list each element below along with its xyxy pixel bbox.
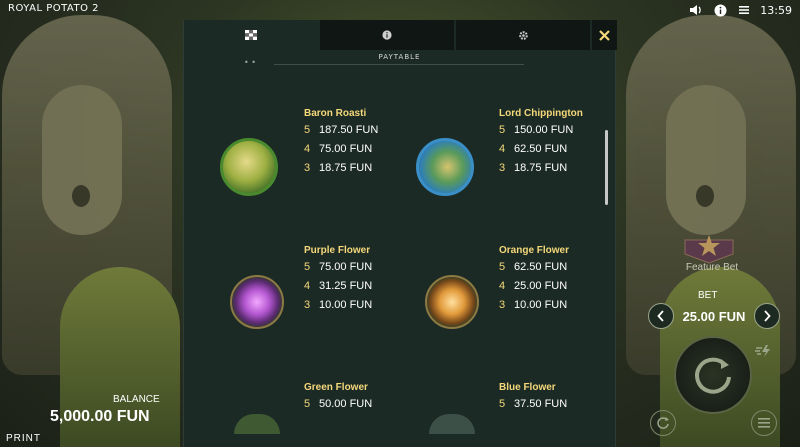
green-flower-symbol: [234, 414, 280, 434]
pay-row: 5 75.00 FUN: [304, 261, 373, 273]
game-title: ROYAL POTATO 2: [8, 3, 100, 14]
paytable-modal: • • PAYTABLE Baron Roasti 5 187.50 FUN 47…: [183, 20, 617, 447]
purple-flower-symbol: [230, 275, 284, 329]
pay-list: 5 75.00 FUN 4 31.25 FUN 3 10.00 FUN: [304, 258, 372, 315]
bet-increase-button[interactable]: [754, 303, 780, 329]
pay-row: 5 50.00 FUN: [304, 398, 373, 410]
chevron-right-icon: [764, 310, 771, 322]
lightning-icon: [755, 345, 770, 357]
pay-list: 5 187.50 FUN 4 75.00 FUN 3 18.75 FUN: [304, 121, 378, 178]
game-menu-button[interactable]: [751, 410, 777, 436]
symbol-name: Green Flower: [304, 382, 368, 393]
pay-list: 5 50.00 FUN: [304, 395, 372, 414]
pay-row: 5 187.50 FUN: [304, 124, 379, 136]
autoplay-icon: [657, 417, 669, 429]
spin-button[interactable]: [674, 336, 752, 414]
pay-row: 4 62.50 FUN: [499, 143, 568, 155]
info-icon[interactable]: [712, 2, 728, 18]
info-icon: [382, 30, 392, 40]
tab-bar: [184, 20, 617, 50]
pay-row: 4 25.00 FUN: [499, 280, 568, 292]
spin-icon: [695, 357, 731, 394]
symbol-name: Blue Flower: [499, 382, 556, 393]
balance-value: 5,000.00 FUN: [50, 408, 150, 425]
close-button[interactable]: [592, 20, 617, 50]
pay-list: 5 150.00 FUN 4 62.50 FUN 3 18.75 FUN: [499, 121, 573, 178]
autoplay-button[interactable]: [650, 410, 676, 436]
pay-list: 5 62.50 FUN 4 25.00 FUN 3 10.00 FUN: [499, 258, 567, 315]
close-icon: [599, 29, 610, 41]
section-title: PAYTABLE: [378, 53, 421, 61]
bet-selector: 25.00 FUN: [648, 302, 780, 330]
settings-tab[interactable]: [456, 20, 592, 50]
bet-value: 25.00 FUN: [682, 308, 746, 324]
top-icons: 13:59: [688, 2, 792, 18]
balance-label: BALANCE: [113, 394, 160, 405]
clock: 13:59: [760, 3, 792, 17]
baron-roasti-symbol: [220, 138, 278, 196]
print-button[interactable]: PRINT: [6, 433, 41, 444]
symbol-name: Purple Flower: [304, 245, 371, 256]
turbo-button[interactable]: [752, 340, 774, 362]
menu-icon: [758, 418, 770, 428]
pay-row: 3 18.75 FUN: [304, 162, 373, 174]
blue-flower-symbol: [429, 414, 475, 434]
pay-list: 5 37.50 FUN: [499, 395, 567, 414]
checker-icon: [245, 30, 257, 40]
feature-bet-badge-icon[interactable]: [683, 232, 735, 264]
pay-row: 3 10.00 FUN: [499, 299, 568, 311]
symbol-name: Orange Flower: [499, 245, 570, 256]
gear-icon: [518, 30, 528, 40]
info-tab[interactable]: [320, 20, 456, 50]
pay-row: 4 75.00 FUN: [304, 143, 373, 155]
pay-row: 4 31.25 FUN: [304, 280, 373, 292]
symbol-name: Lord Chippington: [499, 108, 583, 119]
speaker-icon[interactable]: [688, 2, 704, 18]
scrollbar[interactable]: [605, 130, 608, 205]
symbol-name: Baron Roasti: [304, 108, 367, 119]
pay-row: 3 18.75 FUN: [499, 162, 568, 174]
pay-row: 5 150.00 FUN: [499, 124, 574, 136]
orange-flower-symbol: [425, 275, 479, 329]
paytable-tab[interactable]: [184, 20, 320, 50]
bet-decrease-button[interactable]: [648, 303, 674, 329]
menu-icon[interactable]: [736, 2, 752, 18]
chevron-left-icon: [657, 310, 664, 322]
pay-row: 3 10.00 FUN: [304, 299, 373, 311]
section-divider: [274, 64, 524, 65]
lord-chippington-symbol: [416, 138, 474, 196]
feature-bet-label[interactable]: Feature Bet: [672, 262, 752, 273]
pay-row: 5 62.50 FUN: [499, 261, 568, 273]
pay-row: 5 37.50 FUN: [499, 398, 568, 410]
bet-label: BET: [698, 290, 718, 301]
top-bar: ROYAL POTATO 2 13:59: [0, 0, 800, 20]
